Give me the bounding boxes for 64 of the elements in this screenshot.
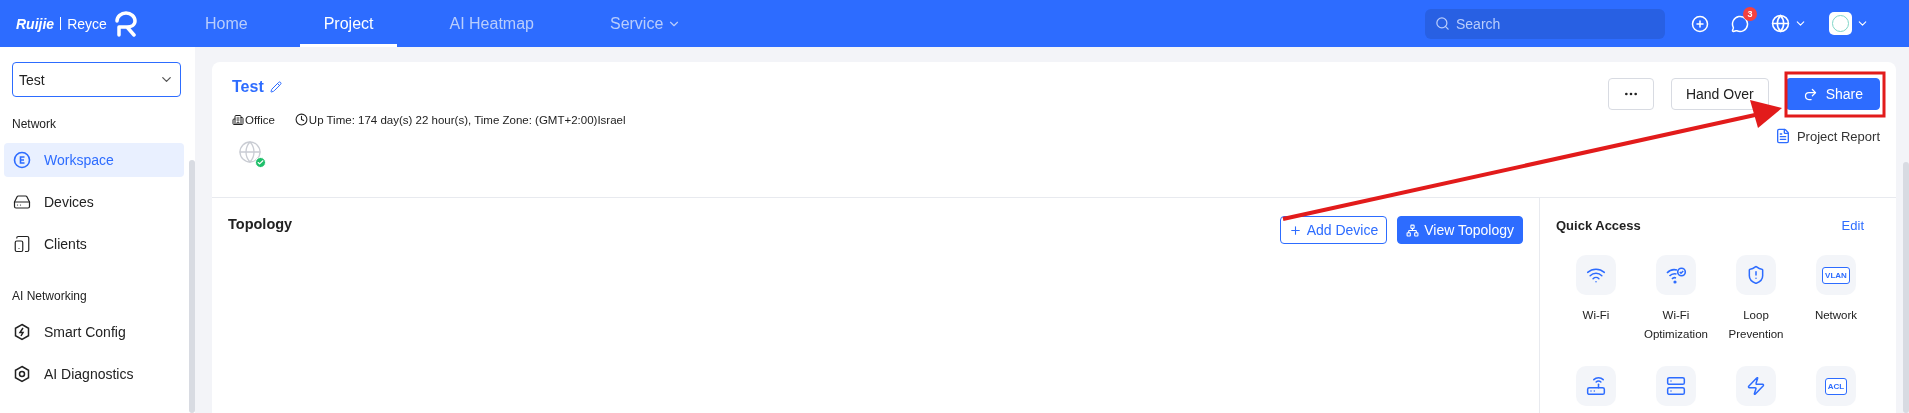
sidebar-item[interactable]: Devices [4, 185, 184, 219]
shortcut-tile[interactable]: ACL [1816, 366, 1856, 406]
shortcut-tile[interactable] [1656, 366, 1696, 406]
quick-access-title: Quick Access [1556, 218, 1641, 233]
shortcut-label: Wi-Fi Optimization [1643, 308, 1709, 342]
sidebar-item[interactable]: Clients [4, 227, 184, 261]
search-input[interactable]: Search [1454, 14, 1644, 33]
server-icon [1666, 376, 1686, 396]
shortcut-tile[interactable] [1576, 255, 1616, 295]
section-title: AI Networking [11, 289, 88, 303]
bolt-icon [1746, 376, 1766, 396]
nav-tab[interactable]: Service [585, 0, 706, 47]
shortcut-tile[interactable] [1736, 366, 1776, 406]
share-button[interactable]: Share [1785, 78, 1880, 110]
hexagon-bolt-icon [13, 323, 31, 341]
hand-over-button[interactable]: Hand Over [1670, 78, 1769, 110]
shortcut-tile[interactable]: VLAN [1816, 255, 1856, 295]
tag-icon: VLAN [1822, 266, 1850, 284]
clock-icon [294, 113, 308, 126]
avatar[interactable] [1829, 12, 1852, 35]
topology-icon [1406, 223, 1420, 237]
wifi-check-icon [1665, 265, 1687, 285]
hexagon-icon [13, 365, 31, 383]
wifi-icon [1586, 265, 1606, 285]
shortcut-label: Network [1814, 308, 1858, 323]
search-field[interactable]: Search [1425, 8, 1665, 39]
section-title: Network [11, 117, 57, 131]
notification-badge: 3 [1743, 6, 1757, 21]
tag-icon: ACL [1824, 377, 1848, 395]
report-link[interactable]: Project Report [1774, 128, 1880, 144]
nav-tab[interactable]: Project [299, 0, 398, 47]
workspace-icon [13, 151, 31, 169]
shield-alert-icon [1746, 265, 1766, 285]
shortcut-tile[interactable] [1576, 366, 1616, 406]
sidebar-item[interactable]: Smart Config [4, 315, 184, 349]
shortcut-tile[interactable] [1736, 255, 1776, 295]
uptime-text: Up Time: 174 day(s) 22 hour(s), Time Zone: (GMT+2:00)Israel [294, 113, 626, 126]
logo: Ruijie Reyce [16, 10, 181, 37]
add-device-button[interactable]: Add Device [1279, 216, 1388, 244]
shortcut-label: Loop Prevention [1727, 308, 1785, 342]
topology-title: Topology [228, 216, 293, 232]
scene-label: Office [232, 113, 275, 126]
plus-icon [1288, 223, 1302, 237]
sidebar-item[interactable]: Workspace [4, 143, 184, 177]
nav-tab[interactable]: AI Heatmap [425, 0, 558, 47]
sidebar-item[interactable]: AI Diagnostics [4, 357, 184, 391]
shortcut-label: Wi-Fi [1582, 308, 1610, 323]
share-icon [1802, 86, 1818, 102]
search-icon [1435, 16, 1450, 31]
edit-icon[interactable] [269, 81, 282, 93]
globe-icon[interactable] [1771, 14, 1790, 33]
message-icon[interactable] [1731, 14, 1749, 33]
tablet-icon [13, 235, 31, 253]
edit-link[interactable]: Edit [1841, 218, 1864, 233]
drive-icon [13, 193, 31, 211]
project-title: Test [232, 78, 626, 96]
router-icon [1586, 376, 1606, 396]
document-icon [1774, 128, 1791, 144]
add-icon[interactable] [1691, 14, 1709, 33]
view-topology-button[interactable]: View Topology [1397, 216, 1523, 244]
nav-tab[interactable]: Home [181, 0, 272, 47]
building-icon [232, 113, 244, 126]
shortcut-tile[interactable] [1656, 255, 1696, 295]
project-select[interactable]: Test [12, 62, 181, 97]
